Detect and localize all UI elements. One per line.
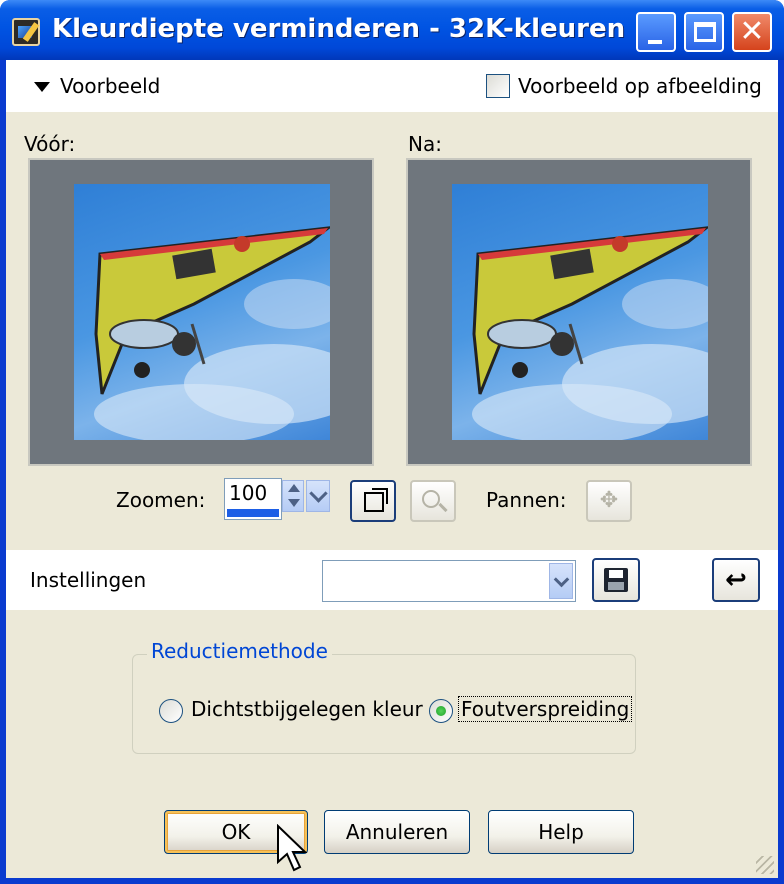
maximize-button[interactable] — [684, 12, 724, 52]
preview-on-image-checkbox[interactable] — [486, 74, 510, 98]
floppy-save-icon — [604, 568, 628, 592]
chevron-down-icon[interactable] — [549, 563, 573, 599]
maximize-icon — [694, 22, 716, 42]
pan-button[interactable]: ✥ — [586, 480, 632, 522]
zoom-input-bar — [227, 509, 279, 517]
reset-button[interactable]: ↩ — [712, 558, 760, 602]
radio-nearest-color-label[interactable]: Dichtstbijgelegen kleur — [191, 697, 423, 721]
resize-grip-icon[interactable] — [756, 856, 774, 874]
after-label: Na: — [408, 132, 442, 156]
before-label: Vóór: — [24, 132, 76, 156]
radio-error-diffusion-label[interactable]: Foutverspreiding — [457, 696, 633, 722]
fit-to-window-button[interactable] — [350, 480, 396, 522]
zoom-magnifier-icon — [422, 490, 440, 508]
before-preview-panel[interactable] — [28, 158, 374, 466]
title-bar[interactable]: Kleurdiepte verminderen - 32K-kleuren ✕ — [0, 0, 784, 60]
settings-label: Instellingen — [30, 568, 147, 592]
settings-bar: Instellingen ↩ — [6, 550, 778, 610]
radio-nearest-color[interactable] — [159, 699, 183, 723]
mouse-cursor-icon — [277, 824, 308, 872]
reduction-method-group: Reductiemethode Dichtstbijgelegen kleur … — [132, 639, 636, 754]
zoom-label: Zoomen: — [116, 488, 206, 512]
zoom-magnifier-button[interactable] — [410, 480, 456, 522]
close-button[interactable]: ✕ — [732, 12, 772, 52]
after-preview-image — [452, 184, 708, 440]
preview-toggle-label[interactable]: Voorbeeld — [60, 74, 160, 98]
radio-error-diffusion[interactable] — [429, 699, 453, 723]
zoom-value: 100 — [229, 481, 268, 505]
minimize-icon — [648, 40, 662, 44]
save-settings-button[interactable] — [592, 558, 640, 602]
after-preview-panel[interactable] — [406, 158, 752, 466]
zoom-dropdown-button[interactable] — [306, 480, 330, 512]
help-button[interactable]: Help — [488, 810, 634, 854]
pan-move-icon: ✥ — [599, 488, 619, 513]
paint-app-icon[interactable] — [12, 18, 40, 46]
collapse-triangle-icon[interactable] — [34, 82, 50, 92]
cancel-button[interactable]: Annuleren — [324, 810, 470, 854]
fit-to-window-icon — [364, 488, 388, 512]
reduction-method-title: Reductiemethode — [147, 639, 332, 663]
settings-combobox[interactable] — [322, 560, 576, 602]
preview-header: Voorbeeld Voorbeeld op afbeelding — [6, 60, 778, 112]
before-preview-image — [74, 184, 330, 440]
zoom-input[interactable]: 100 — [224, 478, 282, 520]
window-title: Kleurdiepte verminderen - 32K-kleuren — [52, 14, 626, 44]
zoom-spinner[interactable] — [282, 480, 304, 512]
dialog-client-area: Voorbeeld Voorbeeld op afbeelding Vóór: … — [6, 60, 778, 878]
reset-arrow-icon: ↩ — [725, 565, 747, 595]
minimize-button[interactable] — [636, 12, 676, 52]
pan-label: Pannen: — [486, 488, 567, 512]
preview-on-image-label[interactable]: Voorbeeld op afbeelding — [518, 74, 762, 98]
dialog-window: Kleurdiepte verminderen - 32K-kleuren ✕ … — [0, 0, 784, 884]
close-icon: ✕ — [739, 14, 765, 49]
